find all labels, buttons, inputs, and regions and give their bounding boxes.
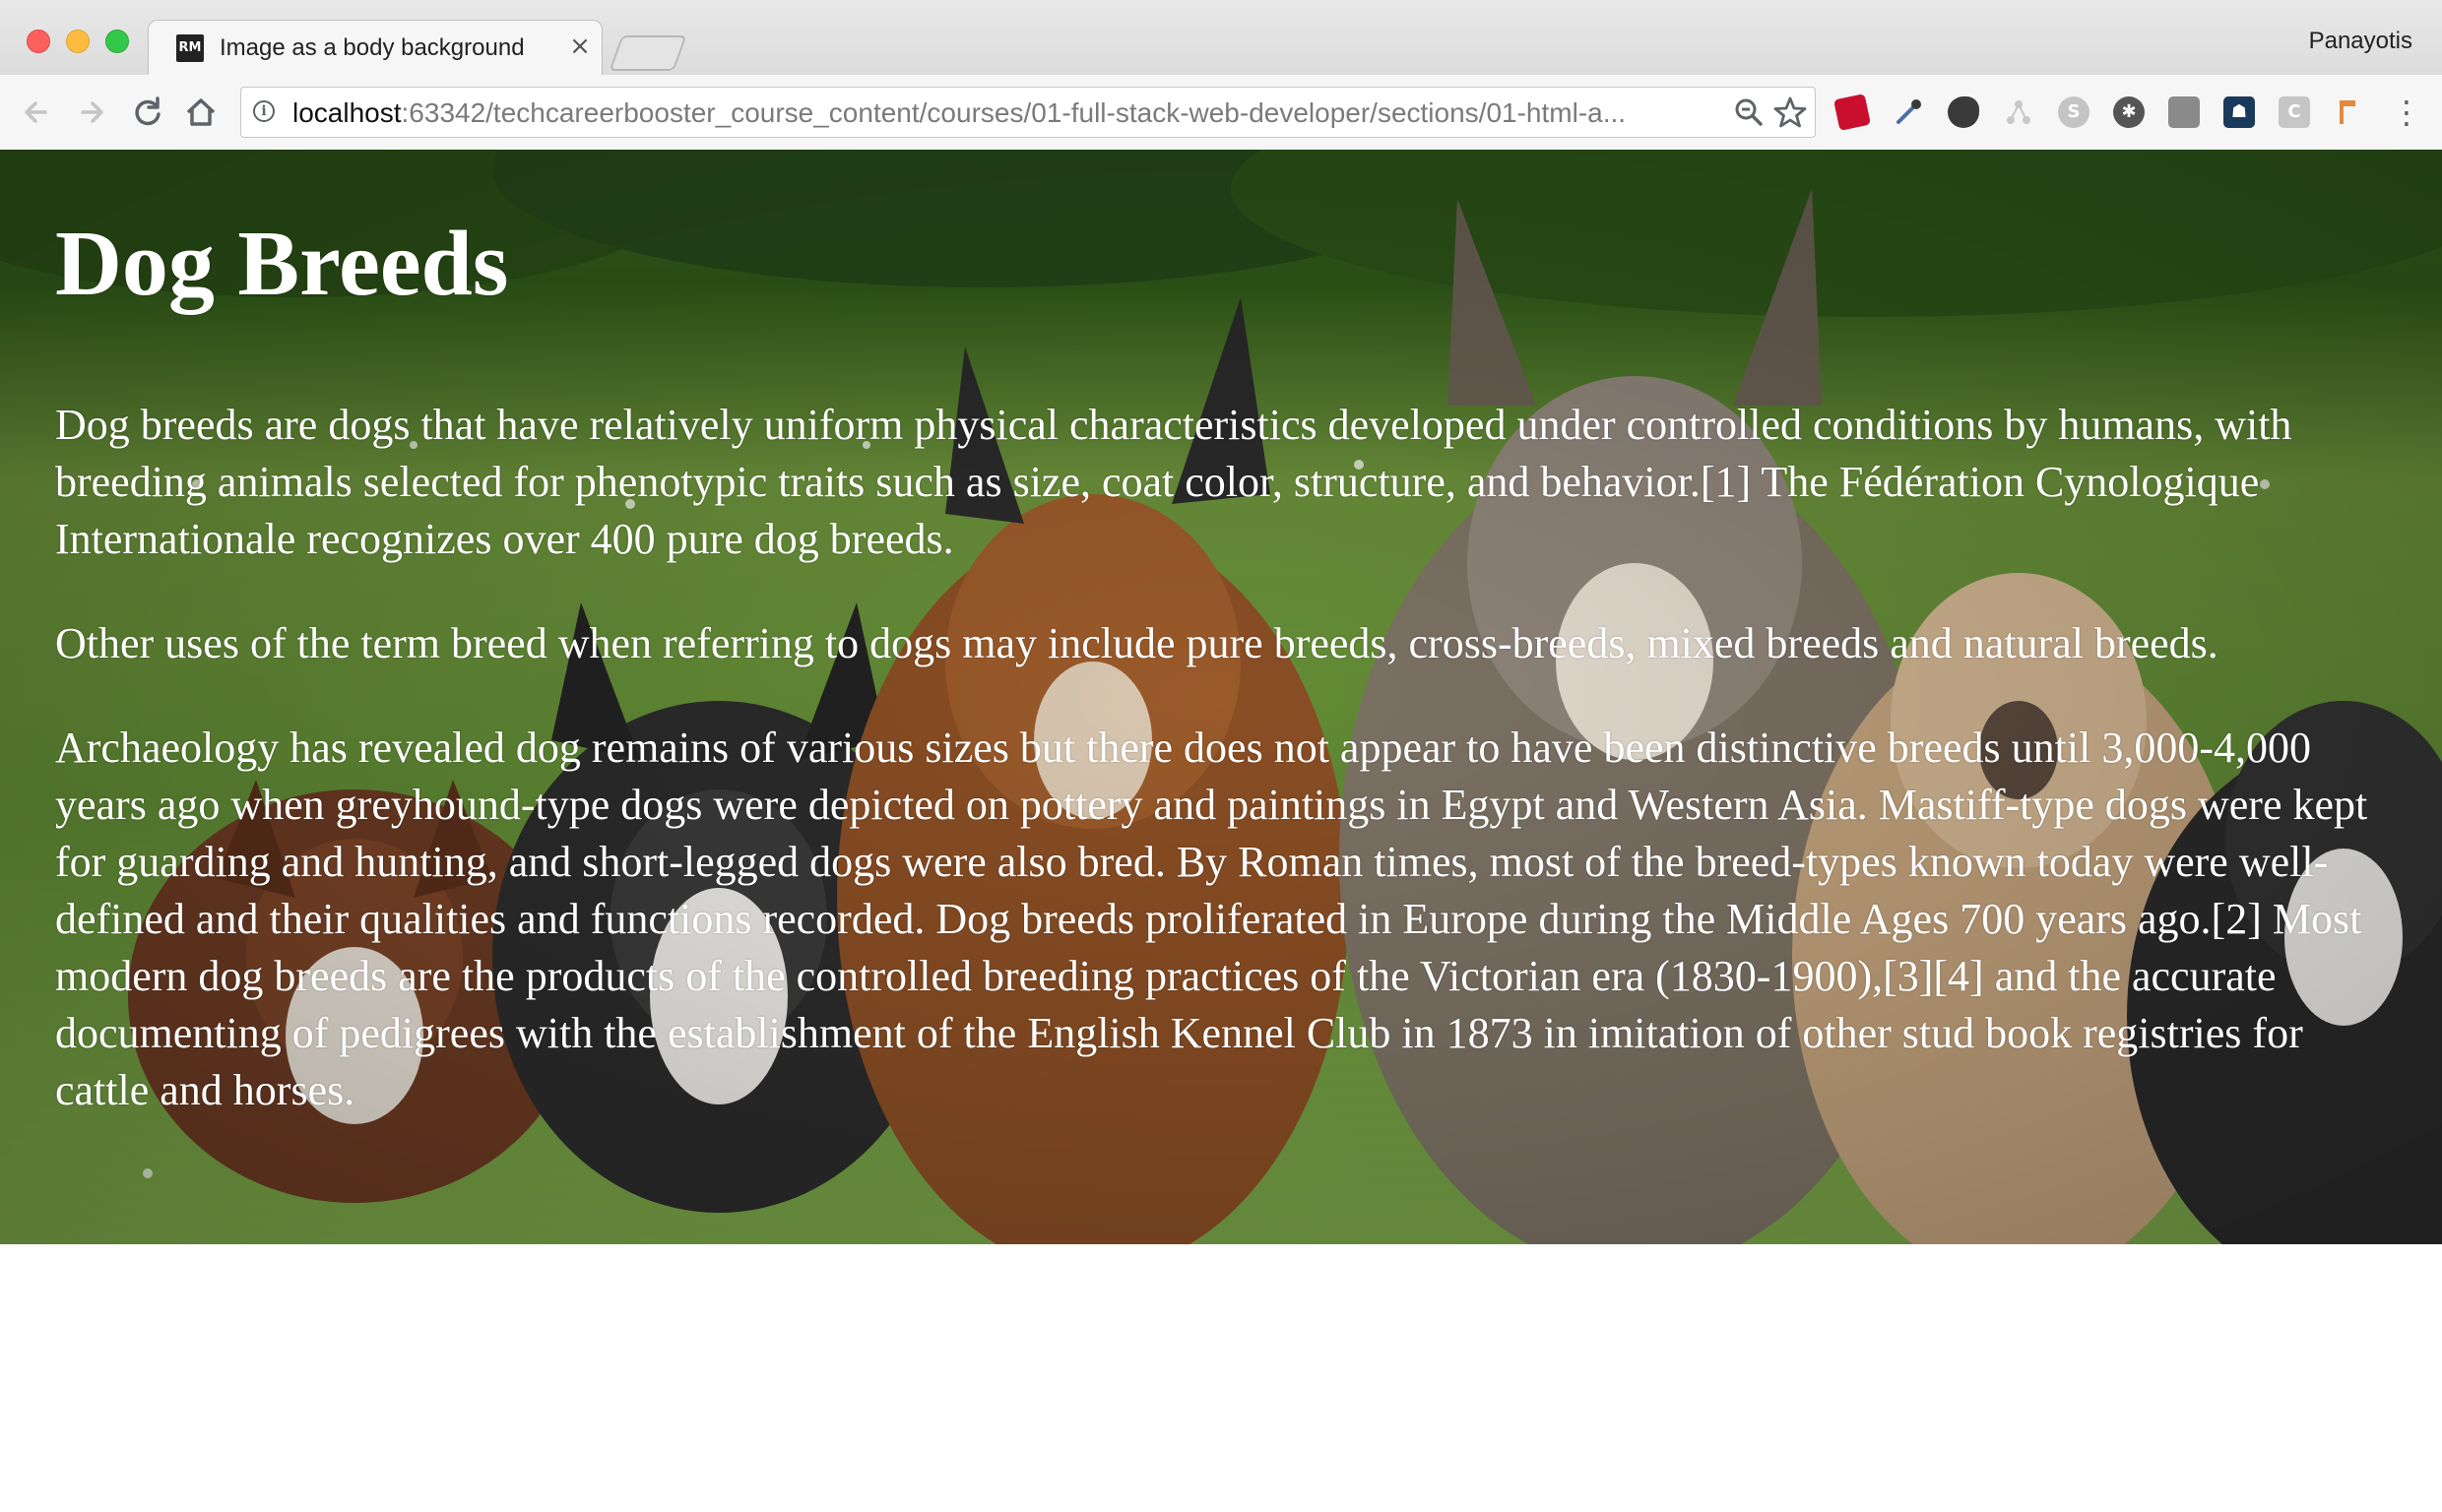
back-button[interactable]: [16, 91, 59, 134]
forward-button[interactable]: [71, 91, 114, 134]
tab-strip: RM Image as a body background × Panayoti…: [0, 0, 2442, 76]
tag-icon[interactable]: [2334, 96, 2365, 128]
shield-icon[interactable]: ☗: [2223, 96, 2255, 128]
reload-icon: [135, 96, 161, 126]
tab-active[interactable]: RM Image as a body background ×: [148, 20, 603, 76]
network-icon[interactable]: [2003, 96, 2034, 128]
paragraph-1: Dog breeds are dogs that have relatively…: [55, 400, 2292, 563]
arrow-left-icon: [25, 101, 47, 123]
arrow-right-icon: [81, 101, 103, 123]
ruby-gem-icon[interactable]: [1833, 94, 1871, 131]
eyedropper-icon[interactable]: [1893, 96, 1924, 128]
zoom-icon[interactable]: [1730, 94, 1767, 131]
url-text[interactable]: localhost:63342/techcareerbooster_course…: [292, 97, 1626, 129]
paragraph-3: Archaeology has revealed dog remains of …: [55, 723, 2368, 1114]
minimize-window-button[interactable]: [66, 30, 90, 53]
maximize-window-button[interactable]: [105, 30, 129, 53]
home-button[interactable]: [179, 91, 223, 134]
wheel-icon[interactable]: ✱: [2113, 96, 2145, 128]
paragraph-2: Other uses of the term breed when referr…: [55, 618, 2218, 667]
skype-icon[interactable]: S: [2058, 96, 2089, 128]
reload-button[interactable]: [126, 91, 169, 134]
info-icon[interactable]: i: [253, 100, 275, 122]
page-viewport: Dog Breeds Dog breeds are dogs that have…: [0, 150, 2442, 1512]
close-window-button[interactable]: [27, 30, 50, 53]
page-content: Dog Breeds Dog breeds are dogs that have…: [55, 209, 2389, 1166]
box-icon[interactable]: [2168, 96, 2200, 128]
url-path: :63342/techcareerbooster_course_content/…: [401, 97, 1627, 128]
tab-title: Image as a body background: [220, 34, 525, 61]
address-bar[interactable]: i localhost:63342/techcareerbooster_cour…: [240, 87, 1816, 138]
url-host: localhost: [292, 97, 402, 128]
c-icon[interactable]: C: [2279, 96, 2310, 128]
toolbar: i localhost:63342/techcareerbooster_cour…: [0, 75, 2442, 151]
tab-close-icon[interactable]: ×: [566, 32, 594, 61]
page-title: Dog Breeds: [55, 213, 509, 315]
bookmark-star-icon[interactable]: [1771, 94, 1809, 131]
profile-name[interactable]: Panayotis: [2309, 28, 2412, 55]
home-icon: [186, 98, 216, 126]
evernote-icon[interactable]: [1948, 96, 1979, 128]
favicon-icon: RM: [176, 34, 204, 62]
menu-button[interactable]: ⋮: [2385, 91, 2428, 134]
browser-window: RM Image as a body background × Panayoti…: [0, 0, 2442, 1512]
new-tab-button[interactable]: [609, 35, 687, 71]
